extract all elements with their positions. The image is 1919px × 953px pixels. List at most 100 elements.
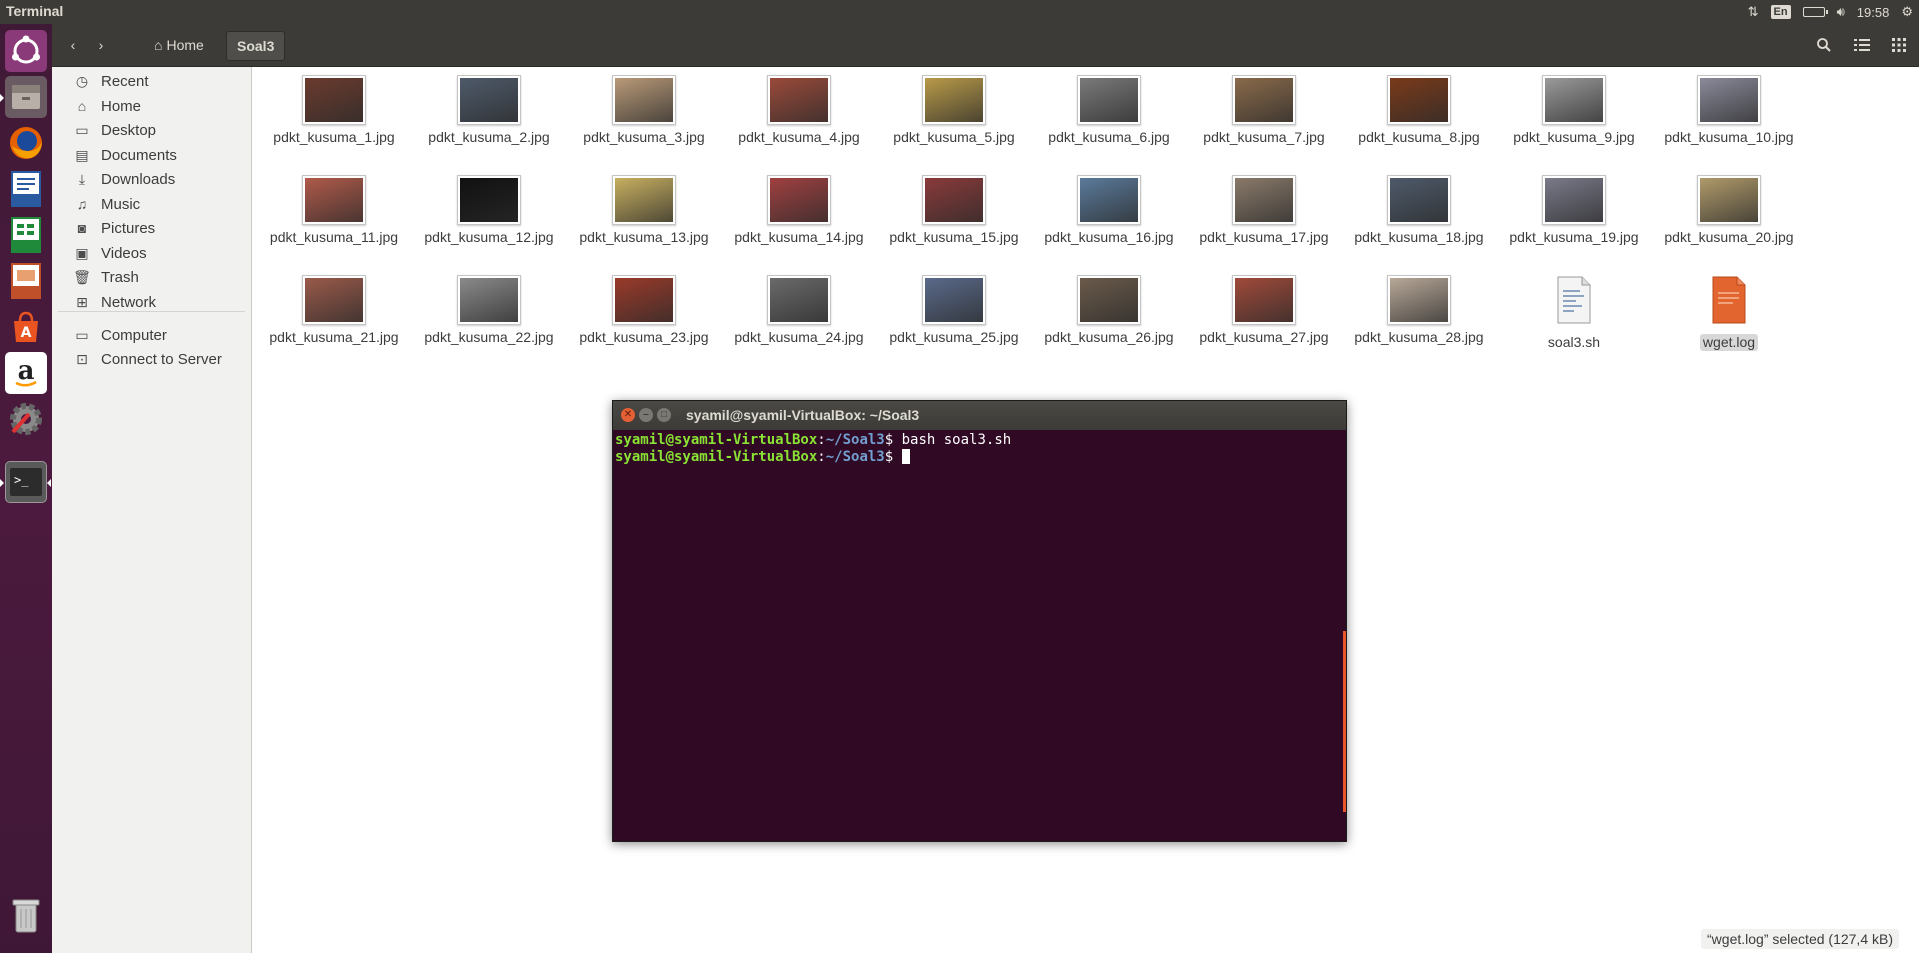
volume-icon[interactable]: 🔊︎ bbox=[1837, 4, 1845, 20]
terminal-titlebar[interactable]: ✕ – □ syamil@syamil-VirtualBox: ~/Soal3 bbox=[613, 401, 1346, 430]
image-thumbnail bbox=[612, 275, 676, 325]
file-item[interactable]: pdkt_kusuma_1.jpg bbox=[259, 75, 409, 146]
search-button[interactable] bbox=[1809, 31, 1839, 59]
file-item[interactable]: wget.log bbox=[1654, 275, 1804, 352]
file-item[interactable]: pdkt_kusuma_21.jpg bbox=[259, 275, 409, 346]
terminal-output[interactable]: syamil@syamil-VirtualBox:~/Soal3$ bash s… bbox=[613, 430, 1346, 841]
file-item[interactable]: pdkt_kusuma_19.jpg bbox=[1499, 175, 1649, 246]
breadcrumb-home-label: Home bbox=[166, 37, 204, 53]
document-icon: ▤ bbox=[75, 146, 89, 163]
file-manager-headerbar: ‹ › ⌂ Home Soal3 bbox=[52, 24, 1919, 67]
thumbnail-image bbox=[1390, 178, 1448, 222]
file-item[interactable]: pdkt_kusuma_6.jpg bbox=[1034, 75, 1184, 146]
file-name: pdkt_kusuma_6.jpg bbox=[1048, 129, 1170, 145]
file-item[interactable]: pdkt_kusuma_28.jpg bbox=[1344, 275, 1494, 346]
system-settings-icon[interactable] bbox=[5, 398, 47, 440]
thumbnail-image bbox=[1545, 178, 1603, 222]
running-indicator bbox=[0, 479, 4, 487]
files-icon[interactable] bbox=[5, 76, 47, 118]
thumbnail-image bbox=[1235, 78, 1293, 122]
terminal-window[interactable]: ✕ – □ syamil@syamil-VirtualBox: ~/Soal3 … bbox=[612, 400, 1347, 842]
file-item[interactable]: pdkt_kusuma_5.jpg bbox=[879, 75, 1029, 146]
thumbnail-image bbox=[770, 178, 828, 222]
file-item[interactable]: soal3.sh bbox=[1499, 275, 1649, 351]
file-name: soal3.sh bbox=[1547, 334, 1601, 350]
image-thumbnail bbox=[1077, 275, 1141, 325]
list-icon bbox=[1854, 39, 1870, 51]
text-cursor bbox=[901, 449, 910, 464]
battery-icon[interactable] bbox=[1802, 7, 1828, 17]
sidebar-item-pictures[interactable]: ◙ Pictures bbox=[52, 214, 251, 242]
file-item[interactable]: pdkt_kusuma_18.jpg bbox=[1344, 175, 1494, 246]
image-thumbnail bbox=[612, 175, 676, 225]
firefox-icon[interactable] bbox=[5, 122, 47, 164]
file-item[interactable]: pdkt_kusuma_9.jpg bbox=[1499, 75, 1649, 146]
file-item[interactable]: pdkt_kusuma_20.jpg bbox=[1654, 175, 1804, 246]
libreoffice-calc-icon[interactable] bbox=[5, 214, 47, 256]
home-icon: ⌂ bbox=[77, 98, 87, 114]
file-item[interactable]: pdkt_kusuma_7.jpg bbox=[1189, 75, 1339, 146]
gear-icon[interactable]: ⚙ bbox=[1901, 4, 1913, 20]
back-button[interactable]: ‹ bbox=[60, 31, 86, 59]
window-edge-highlight bbox=[1343, 631, 1346, 812]
libreoffice-writer-icon[interactable] bbox=[5, 168, 47, 210]
file-name: pdkt_kusuma_17.jpg bbox=[1199, 229, 1329, 245]
thumbnail-image bbox=[770, 278, 828, 322]
file-name: wget.log bbox=[1699, 334, 1759, 351]
file-item[interactable]: pdkt_kusuma_4.jpg bbox=[724, 75, 874, 146]
minimize-icon[interactable]: – bbox=[639, 408, 653, 422]
server-icon: ⊡ bbox=[76, 350, 88, 367]
file-item[interactable]: pdkt_kusuma_10.jpg bbox=[1654, 75, 1804, 146]
maximize-icon[interactable]: □ bbox=[657, 408, 671, 422]
sidebar-item-desktop[interactable]: ▭ Desktop bbox=[52, 116, 251, 144]
ubuntu-dash-icon[interactable] bbox=[5, 30, 47, 72]
file-item[interactable]: pdkt_kusuma_12.jpg bbox=[414, 175, 564, 246]
sidebar-item-recent[interactable]: ◷ Recent bbox=[52, 67, 251, 95]
music-icon: ♫ bbox=[76, 196, 88, 212]
file-item[interactable]: pdkt_kusuma_25.jpg bbox=[879, 275, 1029, 346]
ubuntu-software-icon[interactable]: A bbox=[5, 306, 47, 348]
close-icon[interactable]: ✕ bbox=[621, 408, 635, 422]
network-transfer-icon[interactable]: ⇅ bbox=[1748, 4, 1759, 20]
forward-button[interactable]: › bbox=[88, 31, 114, 59]
keyboard-language-indicator[interactable]: En bbox=[1770, 5, 1791, 19]
thumbnail-image bbox=[1700, 78, 1758, 122]
network-icon: ⊞ bbox=[76, 293, 88, 310]
file-item[interactable]: pdkt_kusuma_22.jpg bbox=[414, 275, 564, 346]
thumbnail-image bbox=[1235, 278, 1293, 322]
file-item[interactable]: pdkt_kusuma_14.jpg bbox=[724, 175, 874, 246]
amazon-icon[interactable]: a bbox=[5, 352, 47, 394]
grid-view-button[interactable] bbox=[1884, 31, 1914, 59]
file-item[interactable]: pdkt_kusuma_13.jpg bbox=[569, 175, 719, 246]
terminal-line: syamil@syamil-VirtualBox:~/Soal3$ bash s… bbox=[615, 432, 1344, 449]
sidebar-item-trash[interactable]: 🗑︎ Trash bbox=[52, 263, 251, 291]
breadcrumb-home[interactable]: ⌂ Home bbox=[146, 31, 212, 59]
thumbnail-image bbox=[1080, 78, 1138, 122]
prompt-symbol: $ bbox=[884, 449, 902, 465]
file-item[interactable]: pdkt_kusuma_2.jpg bbox=[414, 75, 564, 146]
terminal-icon[interactable]: >_ bbox=[5, 461, 47, 503]
file-item[interactable]: pdkt_kusuma_27.jpg bbox=[1189, 275, 1339, 346]
file-item[interactable]: pdkt_kusuma_8.jpg bbox=[1344, 75, 1494, 146]
trash-icon[interactable] bbox=[5, 894, 47, 936]
file-item[interactable]: pdkt_kusuma_11.jpg bbox=[259, 175, 409, 246]
list-view-button[interactable] bbox=[1847, 31, 1877, 59]
status-text: “wget.log” selected (127,4 kB) bbox=[1701, 929, 1899, 949]
sidebar-item-connect-to-server[interactable]: ⊡ Connect to Server bbox=[52, 345, 251, 373]
file-item[interactable]: pdkt_kusuma_17.jpg bbox=[1189, 175, 1339, 246]
file-item[interactable]: pdkt_kusuma_3.jpg bbox=[569, 75, 719, 146]
file-item[interactable]: pdkt_kusuma_24.jpg bbox=[724, 275, 874, 346]
file-item[interactable]: pdkt_kusuma_15.jpg bbox=[879, 175, 1029, 246]
breadcrumb-current[interactable]: Soal3 bbox=[226, 31, 286, 61]
sidebar-item-downloads[interactable]: ⤓ Downloads bbox=[52, 165, 251, 193]
libreoffice-impress-icon[interactable] bbox=[5, 260, 47, 302]
prompt-path: ~/Soal3 bbox=[825, 432, 885, 448]
thumbnail-image bbox=[770, 78, 828, 122]
file-item[interactable]: pdkt_kusuma_26.jpg bbox=[1034, 275, 1184, 346]
text-file-icon bbox=[1499, 275, 1649, 330]
thumbnail-image bbox=[1390, 78, 1448, 122]
file-item[interactable]: pdkt_kusuma_23.jpg bbox=[569, 275, 719, 346]
image-thumbnail bbox=[302, 175, 366, 225]
file-item[interactable]: pdkt_kusuma_16.jpg bbox=[1034, 175, 1184, 246]
clock[interactable]: 19:58 bbox=[1857, 5, 1890, 20]
